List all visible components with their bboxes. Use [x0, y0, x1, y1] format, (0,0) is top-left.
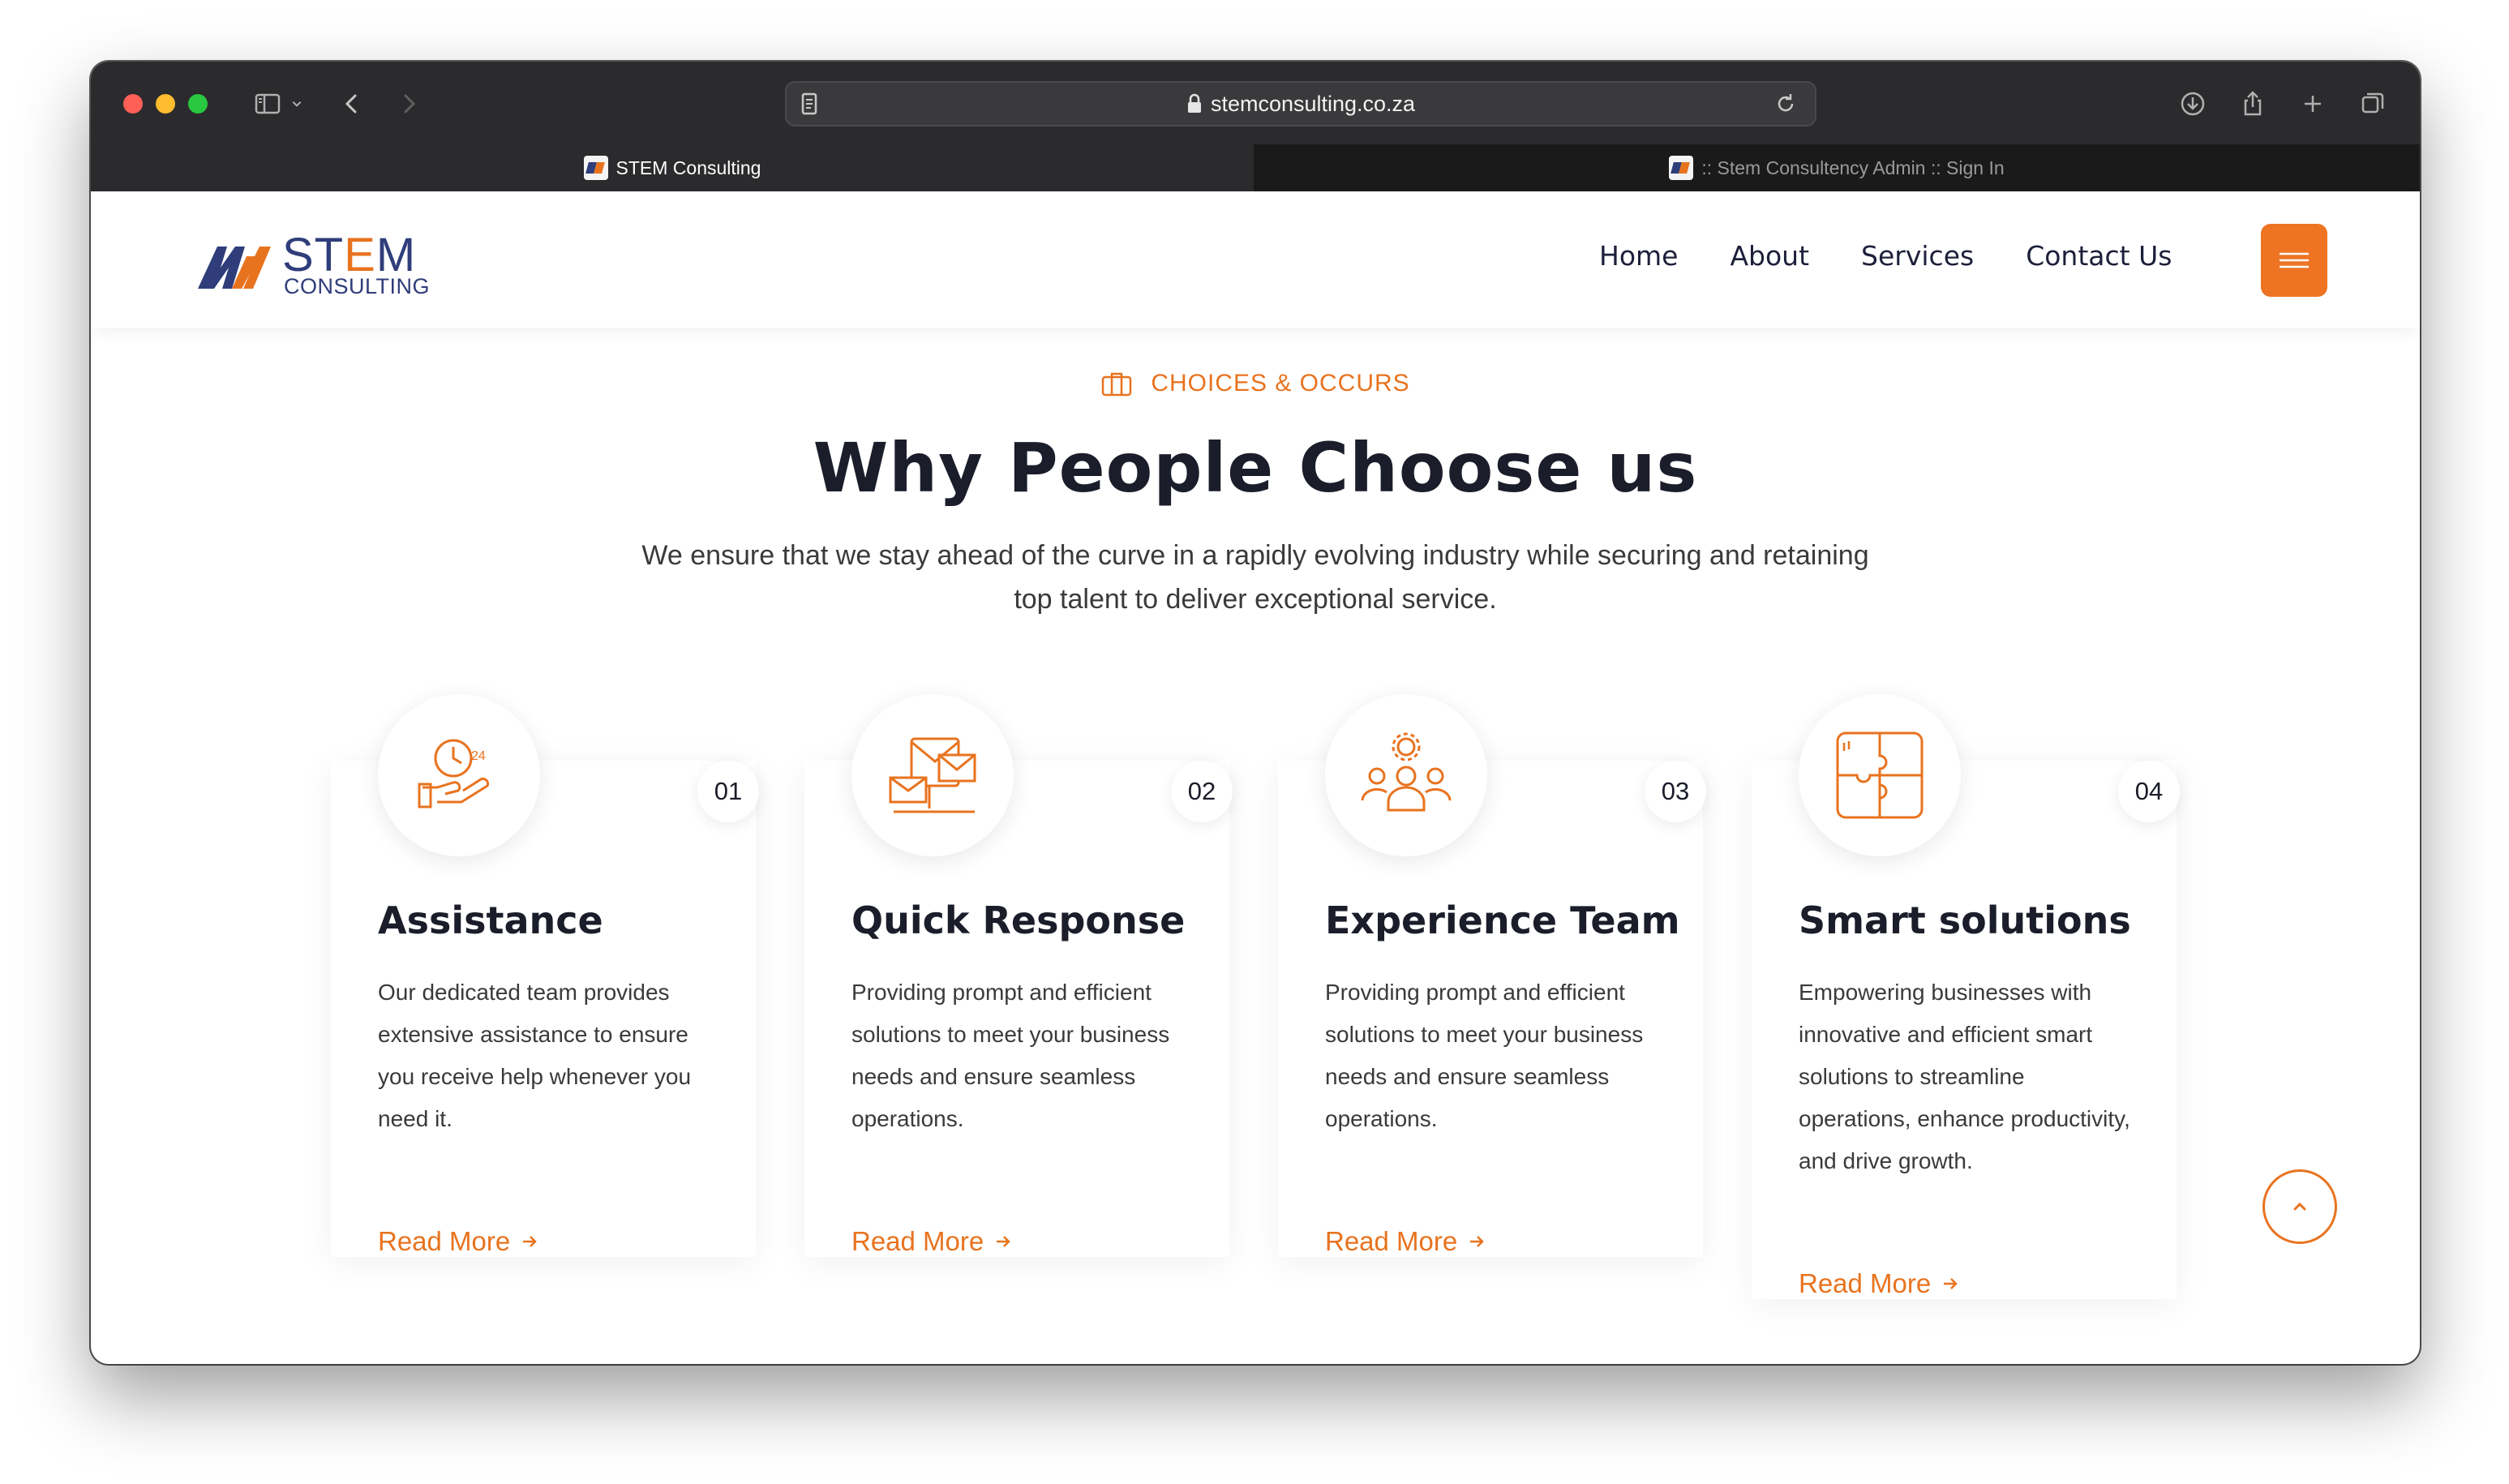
email-computer-icon: [851, 694, 1014, 856]
support-24-hours-icon: 24: [378, 694, 540, 856]
card-number: 02: [1171, 761, 1233, 822]
section-tag: CHOICES & OCCURS: [91, 370, 2420, 397]
tab-overview-icon[interactable]: [2355, 86, 2391, 122]
tab-stem-consulting[interactable]: STEM Consulting: [91, 144, 1254, 191]
feature-card-experience-team: 03 Experience Team Providing prompt and …: [1278, 694, 1706, 1257]
maximize-window-button[interactable]: [188, 94, 208, 114]
scroll-to-top-button[interactable]: [2262, 1169, 2337, 1244]
address-bar[interactable]: stemconsulting.co.za: [785, 81, 1816, 127]
minimize-window-button[interactable]: [156, 94, 175, 114]
chevron-down-icon[interactable]: [285, 86, 308, 122]
downloads-icon[interactable]: [2175, 86, 2211, 122]
reload-icon[interactable]: [1768, 86, 1803, 122]
site-logo[interactable]: STEM CONSULTING: [196, 232, 430, 298]
nav-about[interactable]: About: [1730, 240, 1809, 272]
read-more-label: Read More: [1799, 1268, 1932, 1298]
card-number: 03: [1645, 761, 1706, 822]
arrow-right-icon: [523, 1236, 538, 1247]
card-number: 01: [697, 761, 759, 822]
sidebar-toggle-icon[interactable]: [250, 86, 285, 122]
main-nav: Home About Services Contact Us: [1599, 240, 2172, 272]
briefcase-icon: [1102, 372, 1132, 397]
feature-card-quick-response: 02 Quick Response Providing prompt and e…: [804, 694, 1233, 1257]
nav-services[interactable]: Services: [1861, 240, 1974, 272]
card-text: Our dedicated team provides extensive as…: [378, 980, 692, 1131]
read-more-link[interactable]: Read More: [1325, 1226, 1486, 1257]
logo-subtitle: CONSULTING: [284, 274, 431, 298]
browser-toolbar: stemconsulting.co.za: [91, 62, 2420, 144]
card-text: Empowering businesses with innovative an…: [1799, 980, 2130, 1173]
feature-card-smart-solutions: 04 Smart solutions Empowering businesses…: [1752, 694, 2180, 1299]
logo-mark-icon: [198, 247, 271, 289]
card-title: Smart solutions: [1799, 899, 2131, 942]
arrow-right-icon: [997, 1236, 1011, 1247]
lock-icon: [1186, 93, 1203, 114]
svg-text:24: 24: [471, 749, 486, 763]
section-tag-label: CHOICES & OCCURS: [1151, 370, 1410, 397]
read-more-link[interactable]: Read More: [1799, 1268, 1960, 1299]
url-text: stemconsulting.co.za: [1210, 91, 1416, 116]
card-title: Experience Team: [1325, 899, 1680, 942]
site-favicon-icon: [1669, 156, 1694, 180]
chevron-up-icon: [2293, 1202, 2306, 1211]
tab-title: :: Stem Consultency Admin :: Sign In: [1701, 157, 2005, 178]
share-icon[interactable]: [2235, 86, 2271, 122]
back-icon[interactable]: [334, 86, 370, 122]
read-more-label: Read More: [851, 1226, 984, 1256]
nav-home[interactable]: Home: [1599, 240, 1678, 272]
card-number: 04: [2118, 761, 2180, 822]
tab-bar: STEM Consulting :: Stem Consultency Admi…: [91, 144, 2420, 191]
close-window-button[interactable]: [123, 94, 143, 114]
section-description: We ensure that we stay ahead of the curv…: [641, 540, 1869, 615]
nav-contact-us[interactable]: Contact Us: [2026, 240, 2172, 272]
site-favicon-icon: [583, 156, 608, 180]
new-tab-icon[interactable]: [2295, 86, 2331, 122]
forward-icon[interactable]: [391, 86, 427, 122]
team-gear-icon: [1325, 694, 1487, 856]
card-text: Providing prompt and efficient solutions…: [1325, 980, 1644, 1131]
feature-card-assistance: 24 01 Assistance Our dedicated team prov…: [331, 694, 759, 1257]
browser-window: stemconsulting.co.za STEM Consulting :: …: [91, 62, 2420, 1364]
menu-button[interactable]: [2261, 224, 2327, 297]
arrow-right-icon: [1944, 1278, 1958, 1289]
tab-title: STEM Consulting: [615, 157, 761, 178]
read-more-label: Read More: [378, 1226, 511, 1256]
read-more-label: Read More: [1325, 1226, 1458, 1256]
hamburger-icon: [2280, 252, 2309, 268]
read-more-link[interactable]: Read More: [378, 1226, 539, 1257]
site-header: STEM CONSULTING Home About Services Cont…: [91, 191, 2420, 328]
puzzle-icon: [1799, 694, 1961, 856]
card-title: Assistance: [378, 899, 603, 942]
card-title: Quick Response: [851, 899, 1186, 942]
section-title: Why People Choose us: [813, 428, 1698, 508]
tab-admin-sign-in[interactable]: :: Stem Consultency Admin :: Sign In: [1254, 144, 2420, 191]
card-text: Providing prompt and efficient solutions…: [851, 980, 1170, 1131]
arrow-right-icon: [1470, 1236, 1485, 1247]
read-more-link[interactable]: Read More: [851, 1226, 1013, 1257]
